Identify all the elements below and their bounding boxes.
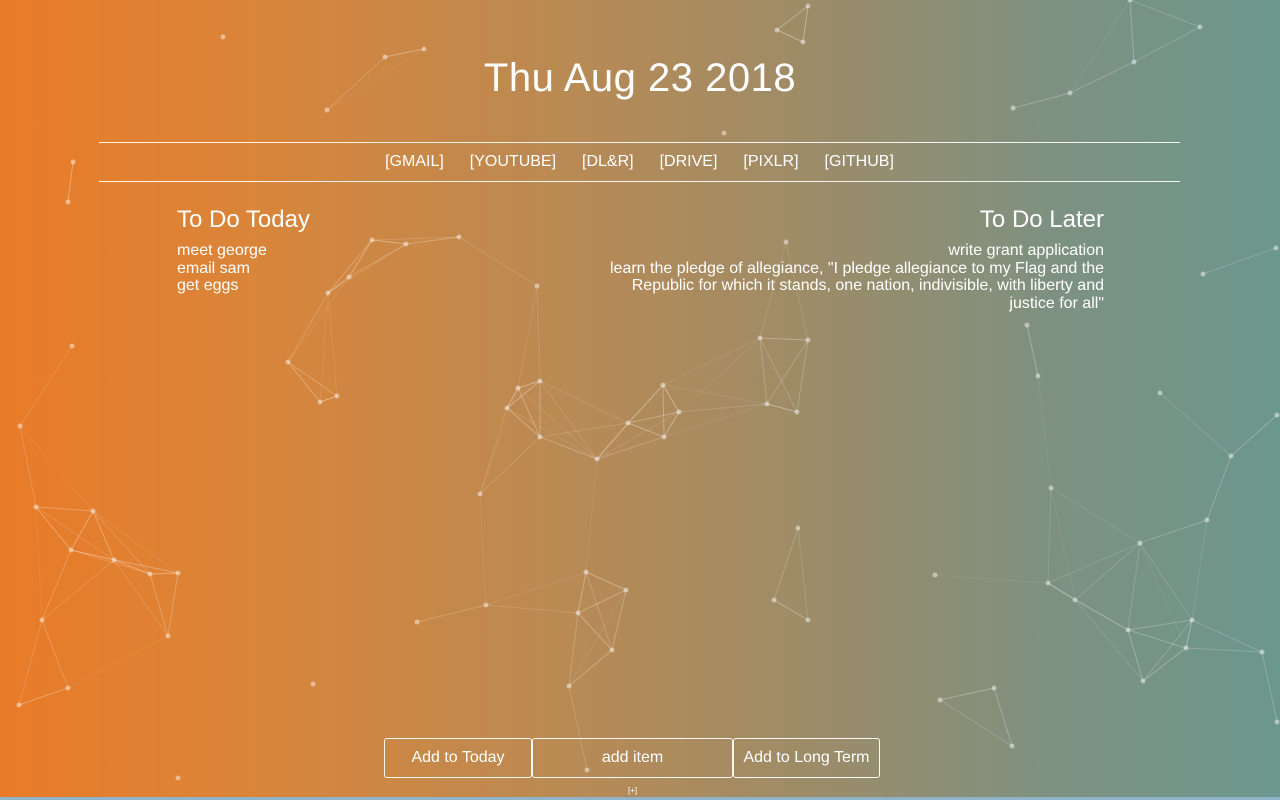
todo-later-column: To Do Later write grant application lear… xyxy=(584,206,1104,312)
nav-link-drive[interactable]: [DRIVE] xyxy=(660,153,718,171)
todo-today-item[interactable]: meet george xyxy=(177,242,577,260)
nav-link-youtube[interactable]: [YOUTUBE] xyxy=(470,153,556,171)
todo-later-list: write grant application learn the pledge… xyxy=(584,242,1104,312)
add-item-input[interactable] xyxy=(532,738,733,778)
todo-later-item[interactable]: learn the pledge of allegiance, "I pledg… xyxy=(584,260,1104,313)
particle-network-background xyxy=(16,0,1280,781)
nav-link-gmail[interactable]: [GMAIL] xyxy=(385,153,444,171)
add-to-today-button[interactable]: Add to Today xyxy=(384,738,532,778)
todo-today-heading: To Do Today xyxy=(177,206,310,233)
page-title: Thu Aug 23 2018 xyxy=(483,56,797,100)
todo-later-heading: To Do Later xyxy=(979,206,1104,233)
todo-later-item[interactable]: write grant application xyxy=(584,242,1104,260)
nav-link-dlr[interactable]: [DL&R] xyxy=(582,153,634,171)
todo-today-item[interactable]: email sam xyxy=(177,260,577,278)
quick-links-bar: [GMAIL] [YOUTUBE] [DL&R] [DRIVE] [PIXLR]… xyxy=(99,142,1180,182)
nav-link-pixlr[interactable]: [PIXLR] xyxy=(743,153,798,171)
todo-today-item[interactable]: get eggs xyxy=(177,277,577,295)
expand-toggle[interactable]: [+] xyxy=(628,786,637,795)
add-item-controls: Add to Today Add to Long Term xyxy=(384,738,880,778)
nav-link-github[interactable]: [GITHUB] xyxy=(825,153,894,171)
todo-today-column: To Do Today meet george email sam get eg… xyxy=(177,206,577,295)
add-to-long-term-button[interactable]: Add to Long Term xyxy=(733,738,880,778)
todo-today-list: meet george email sam get eggs xyxy=(177,242,577,295)
